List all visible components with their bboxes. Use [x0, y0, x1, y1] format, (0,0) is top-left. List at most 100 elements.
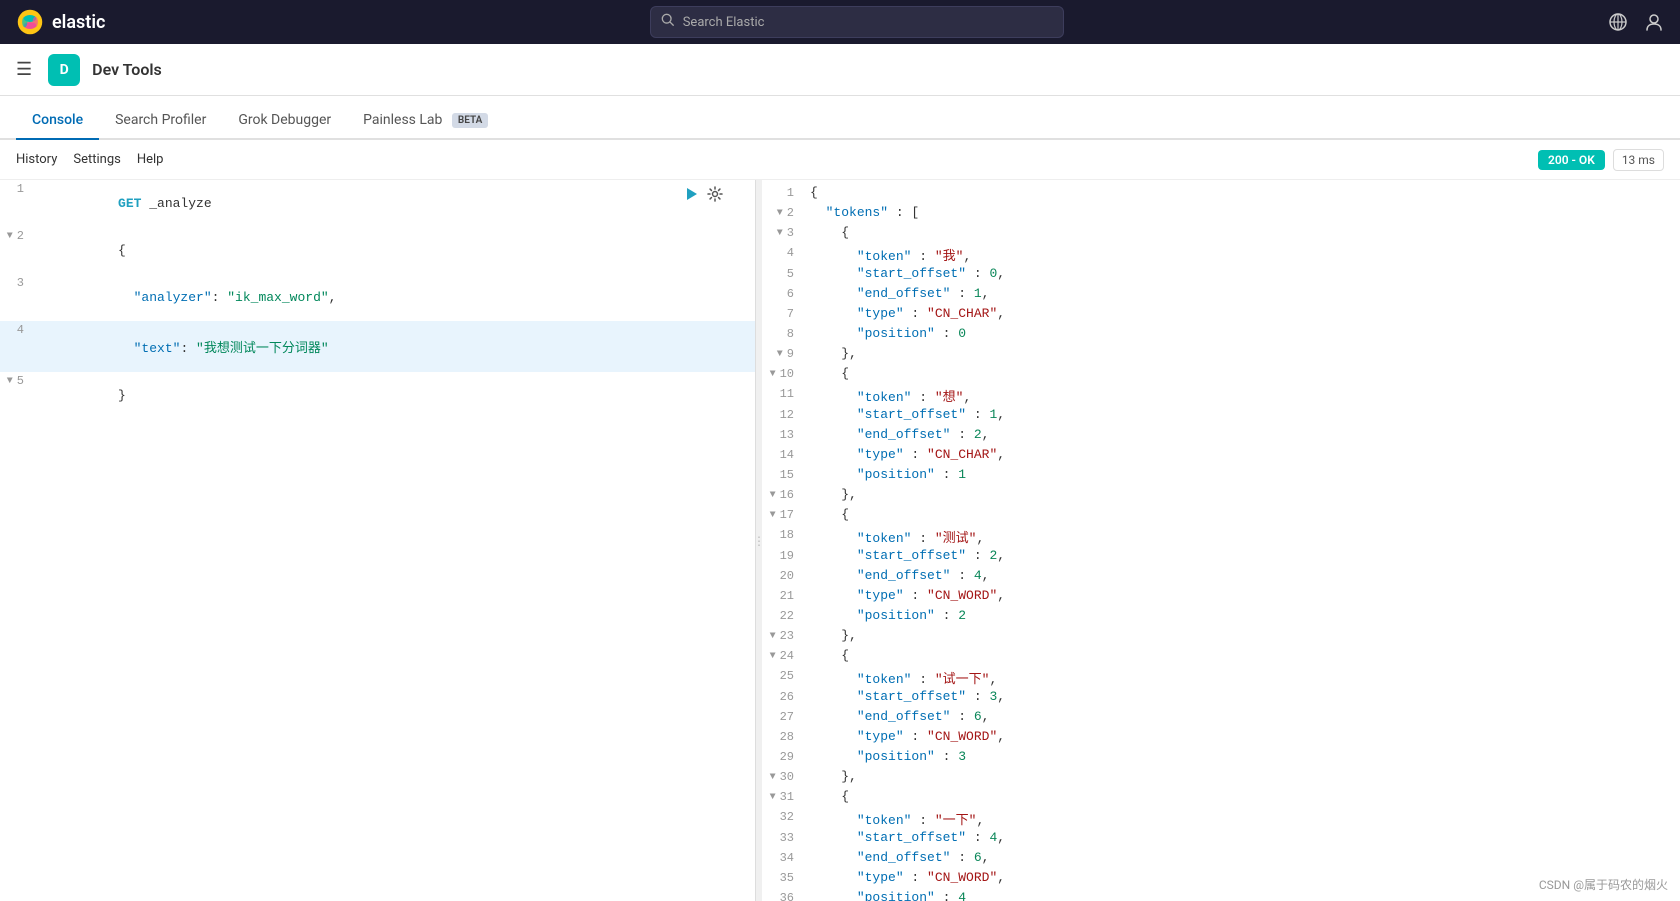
r-content-16: },: [806, 487, 1680, 502]
editor-line-3: 3 "analyzer": "ik_max_word",: [0, 274, 755, 321]
tab-console[interactable]: Console: [16, 102, 99, 140]
r-content-23: },: [806, 628, 1680, 643]
settings-button[interactable]: Settings: [73, 152, 120, 167]
request-editor[interactable]: 1 GET _analyze ▼ 2 { 3: [0, 180, 755, 901]
r-line-10: ▼10 {: [762, 365, 1680, 385]
tab-painless-lab[interactable]: Painless Lab BETA: [347, 102, 504, 140]
r-num-14: 14: [762, 447, 806, 462]
app-icon: D: [48, 54, 80, 86]
r-line-25: 25 "token" : "试一下",: [762, 667, 1680, 688]
fold-btn-2[interactable]: ▼: [7, 231, 13, 242]
elastic-brand-text: elastic: [52, 12, 105, 33]
tabs-bar: Console Search Profiler Grok Debugger Pa…: [0, 96, 1680, 140]
r-num-24: ▼24: [762, 648, 806, 663]
response-editor: 1 { ▼2 "tokens" : [ ▼3 { 4 "token" : "我"…: [762, 180, 1680, 901]
settings-icon[interactable]: [707, 186, 723, 206]
r-num-2: ▼2: [762, 205, 806, 220]
fold-r-2[interactable]: ▼: [777, 208, 783, 219]
fold-r-31[interactable]: ▼: [770, 792, 776, 803]
editor-line-2-content: {: [36, 228, 755, 273]
r-num-28: 28: [762, 729, 806, 744]
r-line-19: 19 "start_offset" : 2,: [762, 547, 1680, 567]
r-content-25: "token" : "试一下",: [806, 668, 1680, 687]
editor-line-5-content: }: [36, 373, 755, 418]
r-line-24: ▼24 {: [762, 647, 1680, 667]
r-num-21: 21: [762, 588, 806, 603]
beta-badge: BETA: [452, 113, 488, 128]
editor-line-2: ▼ 2 {: [0, 227, 755, 274]
r-content-24: {: [806, 648, 1680, 663]
fold-r-17[interactable]: ▼: [770, 510, 776, 521]
request-editor-pane[interactable]: 1 GET _analyze ▼ 2 { 3: [0, 180, 756, 901]
r-content-14: "type" : "CN_CHAR",: [806, 447, 1680, 462]
r-content-15: "position" : 1: [806, 467, 1680, 482]
r-line-15: 15 "position" : 1: [762, 466, 1680, 486]
search-bar-container: Search Elastic: [117, 6, 1596, 38]
help-button[interactable]: Help: [137, 152, 164, 167]
r-line-33: 33 "start_offset" : 4,: [762, 829, 1680, 849]
r-line-29: 29 "position" : 3: [762, 748, 1680, 768]
r-line-11: 11 "token" : "想",: [762, 385, 1680, 406]
search-bar[interactable]: Search Elastic: [650, 6, 1064, 38]
r-content-28: "type" : "CN_WORD",: [806, 729, 1680, 744]
r-num-20: 20: [762, 568, 806, 583]
r-line-7: 7 "type" : "CN_CHAR",: [762, 305, 1680, 325]
r-line-18: 18 "token" : "测试",: [762, 526, 1680, 547]
r-line-22: 22 "position" : 2: [762, 607, 1680, 627]
r-num-30: ▼30: [762, 769, 806, 784]
r-num-29: 29: [762, 749, 806, 764]
r-line-20: 20 "end_offset" : 4,: [762, 567, 1680, 587]
fold-r-16[interactable]: ▼: [770, 490, 776, 501]
fold-r-9[interactable]: ▼: [777, 349, 783, 360]
top-navigation-bar: elastic Search Elastic: [0, 0, 1680, 44]
app-initial: D: [60, 62, 69, 78]
r-content-4: "token" : "我",: [806, 245, 1680, 264]
run-button[interactable]: [683, 186, 699, 206]
r-num-4: 4: [762, 245, 806, 260]
r-content-8: "position" : 0: [806, 326, 1680, 341]
hamburger-menu[interactable]: ☰: [16, 59, 32, 80]
editor-line-4-content: "text": "我想测试一下分词器": [36, 322, 755, 371]
line-num-2: ▼ 2: [0, 228, 36, 243]
fold-r-10[interactable]: ▼: [770, 369, 776, 380]
r-num-23: ▼23: [762, 628, 806, 643]
r-num-5: 5: [762, 266, 806, 281]
r-content-9: },: [806, 346, 1680, 361]
help-globe-icon[interactable]: [1608, 12, 1628, 32]
editor-line-4: 4 "text": "我想测试一下分词器": [0, 321, 755, 372]
history-button[interactable]: History: [16, 152, 57, 167]
r-num-31: ▼31: [762, 789, 806, 804]
r-content-30: },: [806, 769, 1680, 784]
r-line-13: 13 "end_offset" : 2,: [762, 426, 1680, 446]
fold-r-23[interactable]: ▼: [770, 631, 776, 642]
r-content-17: {: [806, 507, 1680, 522]
search-icon: [661, 13, 675, 31]
r-content-33: "start_offset" : 4,: [806, 830, 1680, 845]
r-num-9: ▼9: [762, 346, 806, 361]
line-num-4: 4: [0, 322, 36, 337]
editor-line-1: 1 GET _analyze: [0, 180, 755, 227]
response-pane: 1 { ▼2 "tokens" : [ ▼3 { 4 "token" : "我"…: [762, 180, 1680, 901]
status-badge: 200 - OK: [1538, 150, 1605, 170]
elastic-logo[interactable]: elastic: [16, 8, 105, 36]
fold-btn-5[interactable]: ▼: [7, 376, 13, 387]
line-num-1: 1: [0, 181, 36, 196]
user-icon[interactable]: [1644, 12, 1664, 32]
fold-r-24[interactable]: ▼: [770, 651, 776, 662]
fold-r-30[interactable]: ▼: [770, 772, 776, 783]
fold-r-3[interactable]: ▼: [777, 228, 783, 239]
r-line-12: 12 "start_offset" : 1,: [762, 406, 1680, 426]
tab-grok-debugger[interactable]: Grok Debugger: [222, 102, 347, 140]
search-placeholder: Search Elastic: [683, 15, 765, 30]
r-num-19: 19: [762, 548, 806, 563]
r-num-17: ▼17: [762, 507, 806, 522]
r-num-34: 34: [762, 850, 806, 865]
r-content-13: "end_offset" : 2,: [806, 427, 1680, 442]
r-line-26: 26 "start_offset" : 3,: [762, 688, 1680, 708]
r-num-13: 13: [762, 427, 806, 442]
tab-search-profiler[interactable]: Search Profiler: [99, 102, 222, 140]
r-num-10: ▼10: [762, 366, 806, 381]
r-line-23: ▼23 },: [762, 627, 1680, 647]
r-num-26: 26: [762, 689, 806, 704]
editor-line-3-content: "analyzer": "ik_max_word",: [36, 275, 755, 320]
